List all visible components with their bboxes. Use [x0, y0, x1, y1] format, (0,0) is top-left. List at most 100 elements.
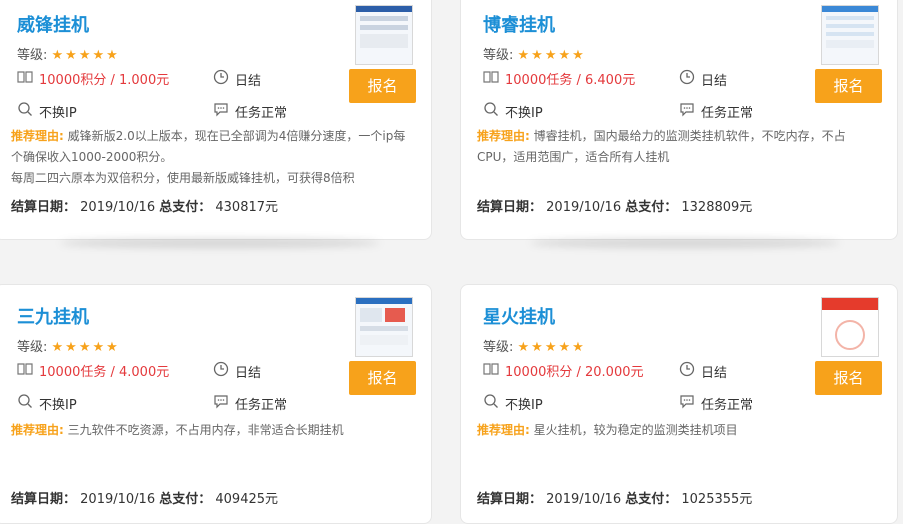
rating-stars: ★★★★★	[51, 48, 120, 63]
app-thumbnail	[355, 297, 413, 357]
rating-stars: ★★★★★	[517, 340, 586, 355]
chat-icon	[213, 101, 229, 121]
cycle-row: 日结	[213, 361, 261, 381]
rating-stars: ★★★★★	[517, 48, 586, 63]
chat-icon	[679, 393, 695, 413]
signup-button[interactable]: 报名	[815, 361, 882, 395]
reason-label: 推荐理由:	[11, 423, 64, 437]
status-text: 任务正常	[701, 105, 754, 121]
price-text: 10000积分 / 20.000元	[505, 365, 644, 380]
search-icon	[17, 101, 33, 121]
chat-icon	[213, 393, 229, 413]
signup-button[interactable]: 报名	[349, 361, 416, 395]
grade-label: 等级:	[483, 340, 514, 355]
paid-value: 1328809元	[681, 200, 753, 215]
ip-text: 不换IP	[505, 105, 543, 121]
search-icon	[483, 393, 499, 413]
ip-row: 不换IP	[483, 393, 543, 413]
paid-label: 总支付：	[625, 492, 678, 507]
settle-label: 结算日期：	[477, 200, 543, 215]
grade-row: 等级: ★★★★★	[17, 336, 120, 355]
cycle-text: 日结	[701, 73, 728, 89]
settle-date: 2019/10/16	[546, 492, 622, 507]
book-icon	[483, 70, 499, 88]
settle-date: 2019/10/16	[80, 492, 156, 507]
paid-value: 430817元	[215, 200, 279, 215]
cycle-text: 日结	[235, 365, 262, 381]
status-row: 任务正常	[213, 393, 287, 413]
search-icon	[17, 393, 33, 413]
chat-icon	[679, 101, 695, 121]
rating-stars: ★★★★★	[51, 340, 120, 355]
card-title[interactable]: 威锋挂机	[17, 11, 89, 37]
clock-icon	[679, 361, 695, 381]
app-thumbnail	[821, 5, 879, 65]
reason-text: 博睿挂机，国内最给力的监测类挂机软件，不吃内存，不占CPU，适用范围广，适合所有…	[477, 129, 846, 164]
status-row: 任务正常	[679, 101, 753, 121]
settle-row: 结算日期： 2019/10/16 总支付： 409425元	[11, 488, 278, 507]
status-text: 任务正常	[235, 105, 288, 121]
grade-row: 等级: ★★★★★	[17, 44, 120, 63]
clock-icon	[213, 69, 229, 89]
book-icon	[483, 362, 499, 380]
status-row: 任务正常	[213, 101, 287, 121]
paid-label: 总支付：	[159, 492, 212, 507]
reason-label: 推荐理由:	[477, 423, 530, 437]
grade-label: 等级:	[17, 340, 48, 355]
price-text: 10000任务 / 6.400元	[505, 73, 636, 88]
task-card-xinghuo: 星火挂机 等级: ★★★★★ 10000积分 / 20.000元 日结 报名 不…	[460, 284, 898, 524]
cycle-text: 日结	[235, 73, 262, 89]
reason-label: 推荐理由:	[11, 129, 64, 143]
price-text: 10000任务 / 4.000元	[39, 365, 170, 380]
app-thumbnail	[355, 5, 413, 65]
price-row: 10000积分 / 20.000元	[483, 361, 644, 380]
clock-icon	[213, 361, 229, 381]
task-card-sanjiu: 三九挂机 等级: ★★★★★ 10000任务 / 4.000元 日结 报名 不换…	[0, 284, 432, 524]
settle-row: 结算日期： 2019/10/16 总支付： 1025355元	[477, 488, 752, 507]
settle-date: 2019/10/16	[80, 200, 156, 215]
status-row: 任务正常	[679, 393, 753, 413]
card-title[interactable]: 星火挂机	[483, 303, 555, 329]
grade-label: 等级:	[17, 48, 48, 63]
ip-text: 不换IP	[39, 105, 77, 121]
settle-date: 2019/10/16	[546, 200, 622, 215]
signup-button[interactable]: 报名	[815, 69, 882, 103]
paid-label: 总支付：	[159, 200, 212, 215]
paid-label: 总支付：	[625, 200, 678, 215]
settle-label: 结算日期：	[477, 492, 543, 507]
book-icon	[17, 70, 33, 88]
book-icon	[17, 362, 33, 380]
grade-row: 等级: ★★★★★	[483, 44, 586, 63]
card-shadow	[530, 238, 840, 248]
reason-text: 星火挂机，较为稳定的监测类挂机项目	[533, 423, 738, 437]
ip-text: 不换IP	[505, 397, 543, 413]
reason-text: 三九软件不吃资源，不占用内存，非常适合长期挂机	[67, 423, 344, 437]
price-row: 10000任务 / 4.000元	[17, 361, 169, 380]
cycle-text: 日结	[701, 365, 728, 381]
ip-row: 不换IP	[483, 101, 543, 121]
app-thumbnail	[821, 297, 879, 357]
reason-block: 推荐理由: 星火挂机，较为稳定的监测类挂机项目	[477, 420, 881, 441]
card-title[interactable]: 博睿挂机	[483, 11, 555, 37]
settle-row: 结算日期： 2019/10/16 总支付： 1328809元	[477, 196, 752, 215]
card-shadow	[60, 238, 380, 248]
settle-label: 结算日期：	[11, 492, 77, 507]
signup-button[interactable]: 报名	[349, 69, 416, 103]
reason-block: 推荐理由: 威锋新版2.0以上版本，现在已全部调为4倍赚分速度，一个ip每个确保…	[11, 126, 415, 189]
search-icon	[483, 101, 499, 121]
status-text: 任务正常	[701, 397, 754, 413]
reason-label: 推荐理由:	[477, 129, 530, 143]
ip-row: 不换IP	[17, 101, 77, 121]
price-row: 10000积分 / 1.000元	[17, 69, 169, 88]
paid-value: 409425元	[215, 492, 279, 507]
reason-block: 推荐理由: 博睿挂机，国内最给力的监测类挂机软件，不吃内存，不占CPU，适用范围…	[477, 126, 881, 168]
cycle-row: 日结	[213, 69, 261, 89]
grade-label: 等级:	[483, 48, 514, 63]
clock-icon	[679, 69, 695, 89]
paid-value: 1025355元	[681, 492, 753, 507]
status-text: 任务正常	[235, 397, 288, 413]
card-title[interactable]: 三九挂机	[17, 303, 89, 329]
task-card-weifeng: 威锋挂机 等级: ★★★★★ 10000积分 / 1.000元 日结 报名 不换…	[0, 0, 432, 240]
reason-extra-text: 每周二四六原本为双倍积分，使用最新版威锋挂机，可获得8倍积	[11, 171, 355, 185]
ip-row: 不换IP	[17, 393, 77, 413]
